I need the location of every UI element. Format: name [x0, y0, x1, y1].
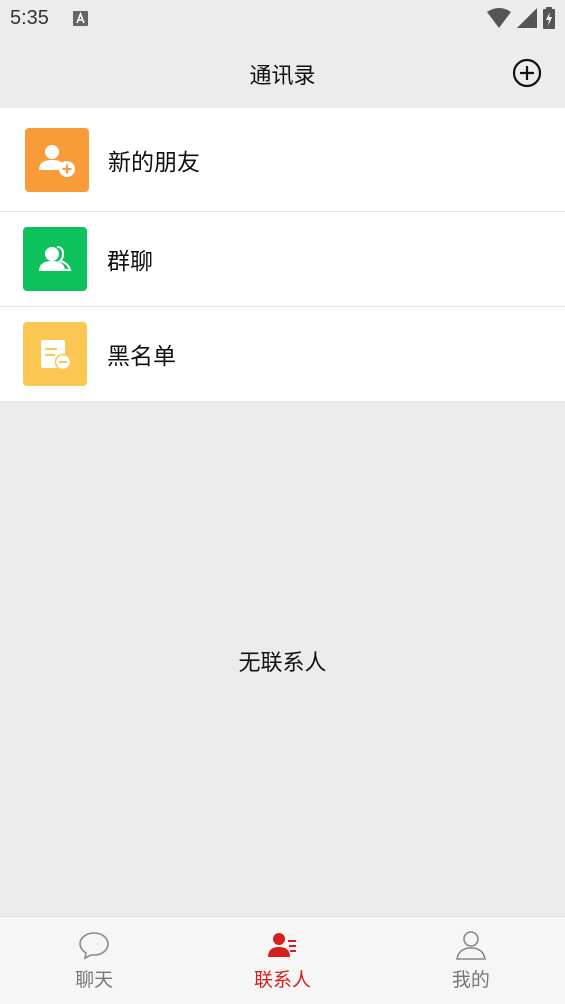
add-button[interactable] [512, 58, 542, 88]
wifi-icon [487, 8, 511, 28]
add-friend-icon [25, 127, 89, 192]
tab-label-contacts: 联系人 [253, 969, 311, 991]
menu-label-new-friends: 新的朋友 [108, 149, 200, 176]
tab-label-mine: 我的 [451, 969, 490, 991]
menu-item-blacklist[interactable]: 黑名单 [0, 307, 565, 402]
tab-contacts[interactable]: 联系人 [188, 917, 376, 1004]
empty-contacts-message: 无联系人 [238, 651, 327, 676]
menu-label-blacklist: 黑名单 [107, 344, 176, 370]
tab-label-chat: 聊天 [75, 969, 114, 991]
status-bar: 5:35 [0, 0, 565, 38]
person-icon [455, 931, 486, 960]
group-chat-icon [23, 227, 87, 291]
menu-item-group-chat[interactable]: 群聊 [0, 212, 565, 307]
bottom-tab-bar: 聊天 联系人 我的 [0, 916, 565, 1004]
tab-mine[interactable]: 我的 [377, 917, 565, 1004]
signal-icon [517, 8, 537, 28]
menu-label-group-chat: 群聊 [107, 249, 153, 275]
keyboard-a-icon [73, 11, 88, 26]
page-title: 通讯录 [249, 64, 316, 89]
menu-item-new-friends[interactable]: 新的朋友 [0, 108, 565, 212]
contact-menu-list: 新的朋友 群聊 黑名单 [0, 108, 565, 402]
status-time: 5:35 [10, 7, 49, 29]
contacts-icon [268, 933, 297, 957]
tab-chat[interactable]: 聊天 [0, 917, 188, 1004]
chat-bubble-icon [79, 932, 109, 960]
blacklist-icon [23, 322, 87, 386]
app-header: 通讯录 [0, 38, 565, 108]
battery-icon [543, 7, 555, 29]
status-icons [487, 7, 555, 29]
